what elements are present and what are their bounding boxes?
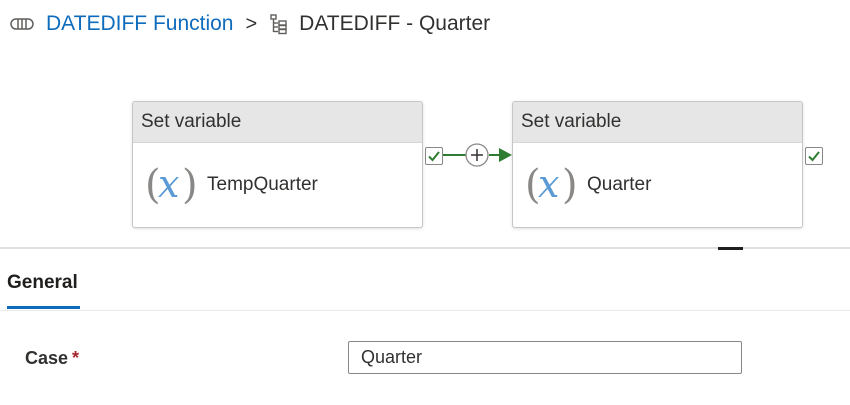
properties-tab-bar: General <box>0 260 850 311</box>
svg-text:): ) <box>182 162 197 208</box>
success-output-check-icon[interactable] <box>805 147 823 165</box>
activity-card-tempquarter[interactable]: Set variable ( x ) TempQuarter <box>132 101 423 228</box>
svg-text:): ) <box>562 162 577 208</box>
breadcrumb-pipeline-link[interactable]: DATEDIFF Function <box>46 12 233 36</box>
required-marker: * <box>72 348 80 368</box>
activity-name: Quarter <box>587 174 652 195</box>
case-field-label: Case * <box>25 348 79 369</box>
tab-general[interactable]: General <box>7 272 78 304</box>
breadcrumb-activity-title: DATEDIFF - Quarter <box>299 12 491 35</box>
case-label-text: Case <box>25 348 69 368</box>
add-activity-plus-icon[interactable] <box>465 143 489 167</box>
active-tab-indicator <box>7 306 80 309</box>
activity-name: TempQuarter <box>207 174 318 195</box>
case-input[interactable] <box>348 341 742 374</box>
pipeline-editor: DATEDIFF Function > DATEDIFF - Quarter S… <box>0 0 850 405</box>
pipeline-canvas[interactable]: Set variable ( x ) TempQuarter Set varia… <box>0 50 850 248</box>
activity-type-label: Set variable <box>133 102 422 143</box>
activity-card-quarter[interactable]: Set variable ( x ) Quarter <box>512 101 803 228</box>
svg-text:x: x <box>158 162 179 206</box>
activity-type-label: Set variable <box>513 102 802 143</box>
svg-text:x: x <box>538 162 559 206</box>
success-output-check-icon[interactable] <box>425 147 443 165</box>
variable-icon: ( x ) <box>145 160 197 210</box>
pipeline-icon <box>10 14 36 34</box>
activity-list-icon <box>269 13 291 35</box>
breadcrumb: DATEDIFF Function > DATEDIFF - Quarter <box>10 9 490 39</box>
breadcrumb-separator: > <box>245 12 258 35</box>
panel-resize-handle[interactable] <box>718 247 743 250</box>
variable-icon: ( x ) <box>525 160 577 210</box>
